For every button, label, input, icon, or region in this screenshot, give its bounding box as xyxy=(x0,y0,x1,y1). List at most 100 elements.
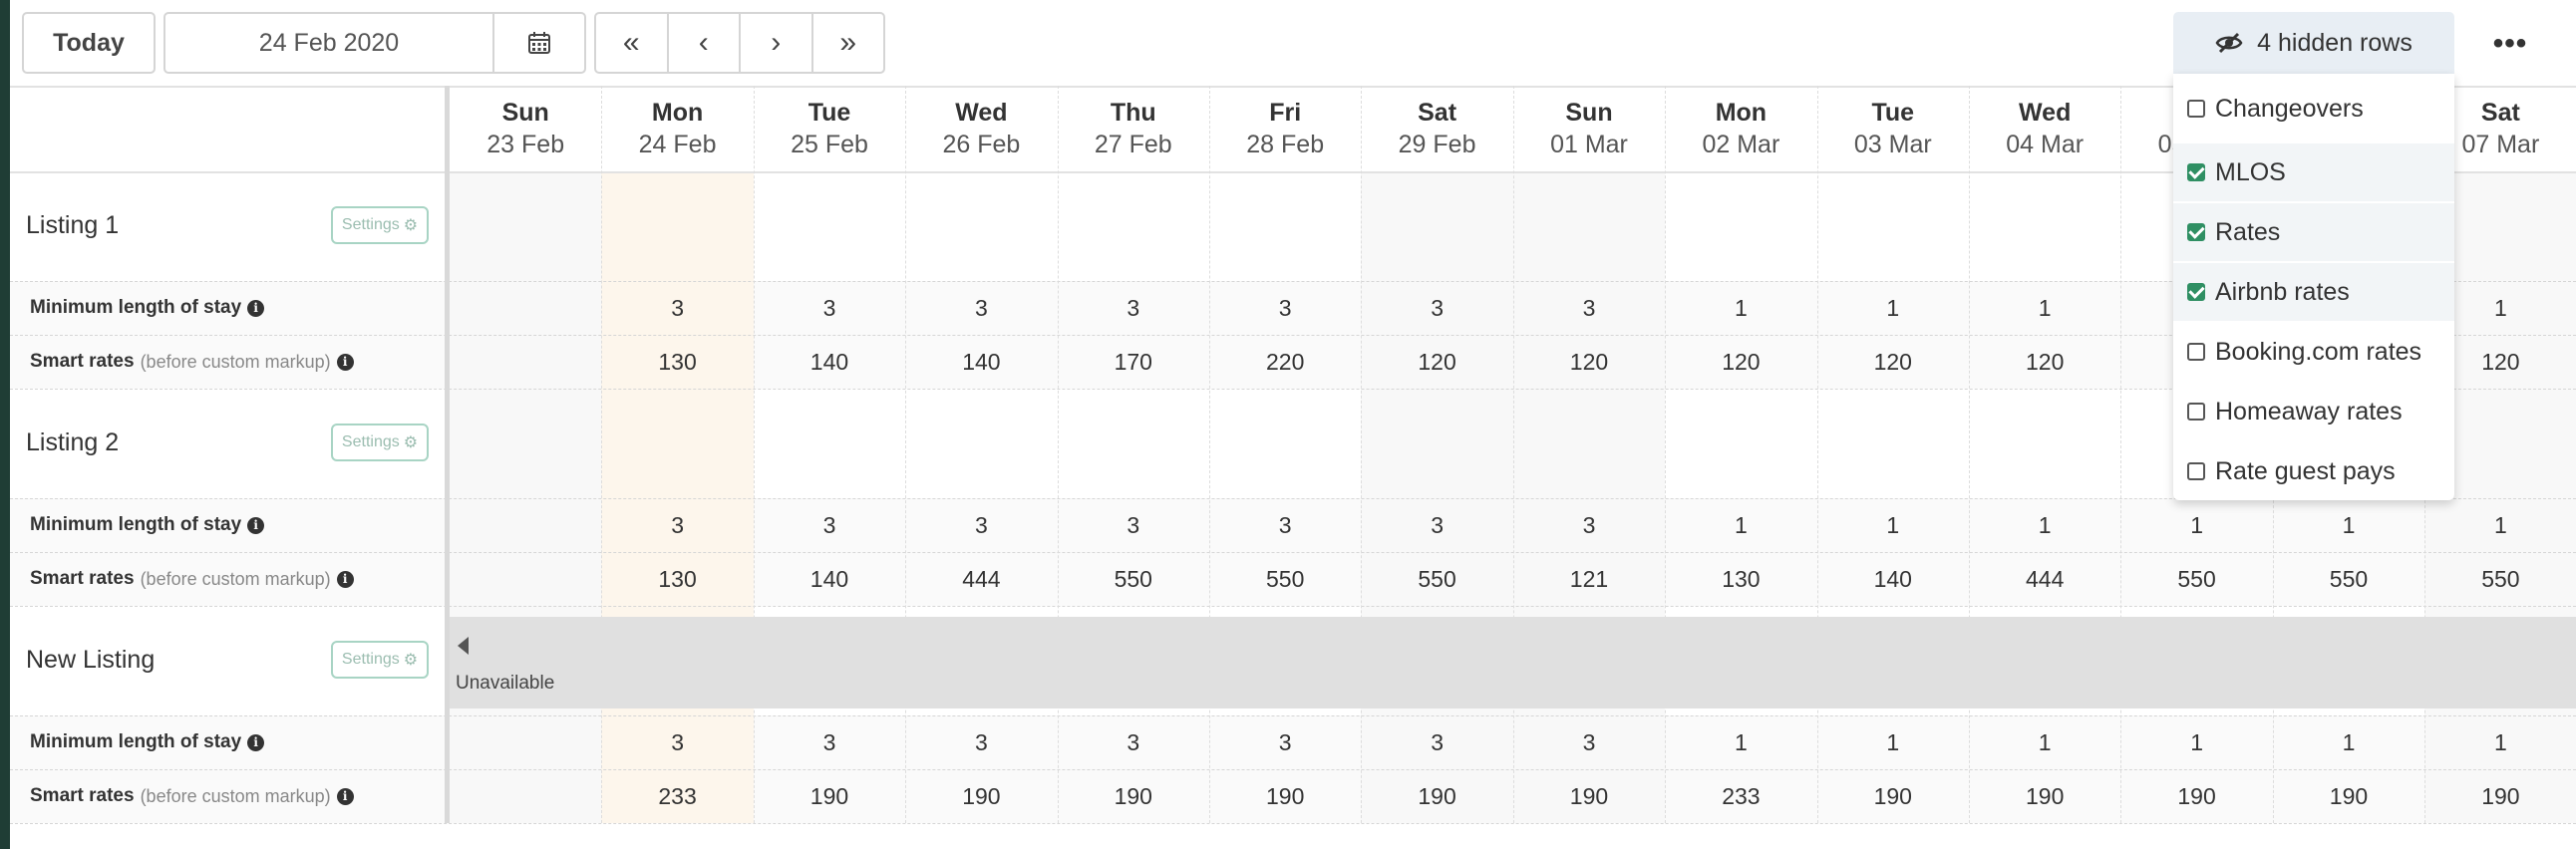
rate-cell[interactable]: 120 xyxy=(1969,335,2120,389)
prev-week-button[interactable]: ‹ xyxy=(669,14,741,72)
mlos-cell[interactable]: 3 xyxy=(601,498,753,552)
mlos-cell[interactable]: 3 xyxy=(1058,498,1209,552)
rate-cell[interactable]: 120 xyxy=(1513,335,1665,389)
prev-month-button[interactable]: « xyxy=(596,14,669,72)
rate-cell[interactable]: 190 xyxy=(1513,769,1665,823)
rate-cell[interactable]: 120 xyxy=(1817,335,1969,389)
mlos-cell[interactable]: 3 xyxy=(905,715,1057,769)
rate-cell[interactable]: 190 xyxy=(1058,769,1209,823)
hidden-rows-button[interactable]: 4 hidden rows xyxy=(2173,12,2454,74)
checkbox[interactable] xyxy=(2187,283,2205,301)
rate-cell[interactable]: 550 xyxy=(2424,552,2576,606)
rate-cell[interactable]: 130 xyxy=(1665,552,1816,606)
rate-cell[interactable]: 190 xyxy=(905,769,1057,823)
rate-cell[interactable]: 190 xyxy=(1361,769,1512,823)
mlos-cell[interactable]: 3 xyxy=(1361,715,1512,769)
mlos-cell[interactable]: 3 xyxy=(905,281,1057,335)
rate-cell[interactable]: 130 xyxy=(601,552,753,606)
rate-cell[interactable]: 190 xyxy=(2273,769,2424,823)
mlos-cell[interactable]: 1 xyxy=(1969,281,2120,335)
dropdown-item[interactable]: Rates xyxy=(2173,203,2454,261)
mlos-cell[interactable]: 1 xyxy=(2273,715,2424,769)
rate-cell[interactable]: 190 xyxy=(2120,769,2272,823)
rate-cell[interactable]: 140 xyxy=(754,552,905,606)
next-month-button[interactable]: » xyxy=(813,14,884,72)
mlos-cell[interactable]: 3 xyxy=(754,498,905,552)
mlos-cell[interactable]: 1 xyxy=(2424,715,2576,769)
dropdown-item[interactable]: Homeaway rates xyxy=(2173,383,2454,440)
mlos-cell[interactable]: 1 xyxy=(2120,498,2272,552)
rate-cell[interactable]: 444 xyxy=(905,552,1057,606)
rate-cell[interactable]: 170 xyxy=(1058,335,1209,389)
info-icon[interactable]: i xyxy=(336,353,354,371)
date-input[interactable]: 24 Feb 2020 xyxy=(163,12,494,74)
info-icon[interactable]: i xyxy=(247,516,265,534)
rate-cell[interactable]: 550 xyxy=(1209,552,1361,606)
rate-cell[interactable]: 140 xyxy=(754,335,905,389)
checkbox[interactable] xyxy=(2187,403,2205,421)
rate-cell[interactable]: 190 xyxy=(1209,769,1361,823)
checkbox[interactable] xyxy=(2187,343,2205,361)
caret-left-icon[interactable] xyxy=(458,637,469,655)
dropdown-item[interactable]: MLOS xyxy=(2173,143,2454,201)
rate-cell[interactable]: 550 xyxy=(1058,552,1209,606)
info-icon[interactable]: i xyxy=(336,570,354,588)
rate-cell[interactable]: 120 xyxy=(1665,335,1816,389)
checkbox[interactable] xyxy=(2187,100,2205,118)
mlos-cell[interactable]: 3 xyxy=(1513,715,1665,769)
mlos-cell[interactable]: 1 xyxy=(1665,281,1816,335)
mlos-cell[interactable]: 1 xyxy=(1817,281,1969,335)
dropdown-item[interactable]: Changeovers xyxy=(2173,80,2454,138)
mlos-cell[interactable]: 3 xyxy=(1361,281,1512,335)
mlos-cell[interactable]: 1 xyxy=(2120,715,2272,769)
checkbox[interactable] xyxy=(2187,163,2205,181)
mlos-cell[interactable]: 3 xyxy=(1209,498,1361,552)
mlos-cell[interactable]: 3 xyxy=(905,498,1057,552)
mlos-cell[interactable]: 3 xyxy=(1513,281,1665,335)
dropdown-item[interactable]: Booking.com rates xyxy=(2173,323,2454,381)
info-icon[interactable]: i xyxy=(336,787,354,805)
settings-button[interactable]: Settings ⚙ xyxy=(331,424,429,461)
settings-button[interactable]: Settings ⚙ xyxy=(331,206,429,244)
mlos-cell[interactable]: 1 xyxy=(1817,498,1969,552)
calendar-button[interactable] xyxy=(492,12,586,74)
rate-cell[interactable]: 121 xyxy=(1513,552,1665,606)
more-options-button[interactable]: ••• xyxy=(2478,20,2542,68)
mlos-cell[interactable]: 3 xyxy=(1209,715,1361,769)
rate-cell[interactable]: 190 xyxy=(754,769,905,823)
rate-cell[interactable]: 233 xyxy=(601,769,753,823)
dropdown-item[interactable]: Rate guest pays xyxy=(2173,442,2454,500)
mlos-cell[interactable]: 3 xyxy=(1361,498,1512,552)
rate-cell[interactable]: 550 xyxy=(1361,552,1512,606)
mlos-cell[interactable]: 3 xyxy=(754,715,905,769)
mlos-cell[interactable]: 1 xyxy=(2273,498,2424,552)
next-week-button[interactable]: › xyxy=(741,14,813,72)
checkbox[interactable] xyxy=(2187,223,2205,241)
mlos-cell[interactable]: 1 xyxy=(1665,498,1816,552)
rate-cell[interactable]: 190 xyxy=(1817,769,1969,823)
mlos-cell[interactable]: 1 xyxy=(1817,715,1969,769)
rate-cell[interactable]: 550 xyxy=(2273,552,2424,606)
rate-cell[interactable]: 190 xyxy=(2424,769,2576,823)
info-icon[interactable]: i xyxy=(247,733,265,751)
rate-cell[interactable]: 130 xyxy=(601,335,753,389)
rate-cell[interactable]: 444 xyxy=(1969,552,2120,606)
settings-button[interactable]: Settings ⚙ xyxy=(331,641,429,679)
mlos-cell[interactable]: 1 xyxy=(1969,715,2120,769)
rate-cell[interactable]: 190 xyxy=(1969,769,2120,823)
mlos-cell[interactable]: 1 xyxy=(1665,715,1816,769)
mlos-cell[interactable]: 3 xyxy=(1058,281,1209,335)
rate-cell[interactable]: 140 xyxy=(1817,552,1969,606)
mlos-cell[interactable]: 3 xyxy=(1513,498,1665,552)
rate-cell[interactable]: 140 xyxy=(905,335,1057,389)
mlos-cell[interactable]: 1 xyxy=(2424,498,2576,552)
rate-cell[interactable]: 233 xyxy=(1665,769,1816,823)
mlos-cell[interactable]: 3 xyxy=(601,281,753,335)
checkbox[interactable] xyxy=(2187,462,2205,480)
mlos-cell[interactable]: 1 xyxy=(1969,498,2120,552)
rate-cell[interactable]: 550 xyxy=(2120,552,2272,606)
rate-cell[interactable]: 120 xyxy=(1361,335,1512,389)
dropdown-item[interactable]: Airbnb rates xyxy=(2173,263,2454,321)
today-button[interactable]: Today xyxy=(22,12,156,74)
mlos-cell[interactable]: 3 xyxy=(601,715,753,769)
